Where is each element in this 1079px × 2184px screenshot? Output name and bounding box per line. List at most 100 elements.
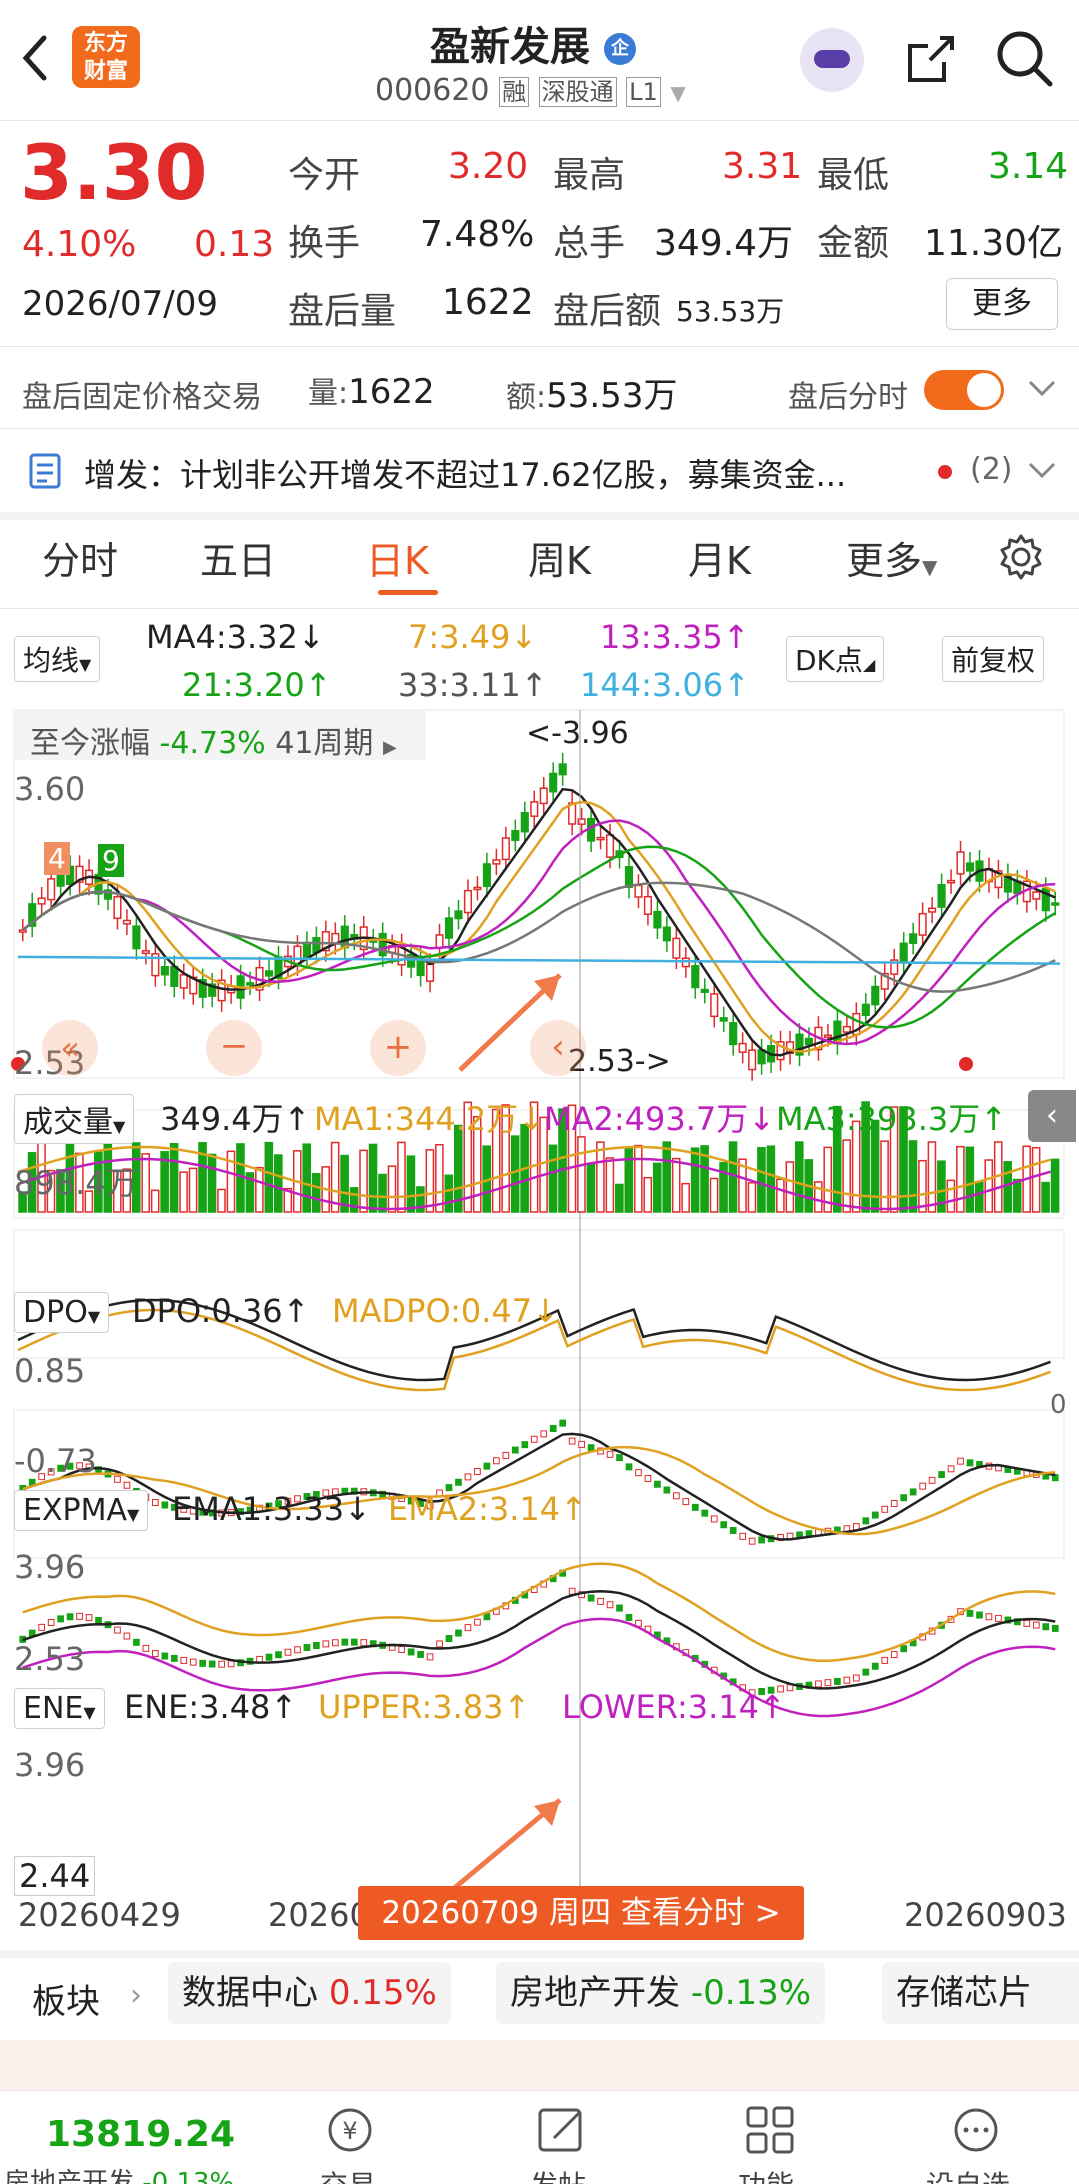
functions-grid-icon[interactable] [742, 2104, 798, 2160]
view-intraday-banner[interactable]: 20260709 周四 查看分时 > [358, 1886, 804, 1940]
after-hours-toggle[interactable] [924, 370, 1004, 410]
volume-bar [311, 1172, 321, 1213]
ah-vol-label: 量: [308, 376, 349, 411]
volume-bar [908, 1140, 918, 1213]
share-icon[interactable] [900, 30, 960, 94]
tab-daily-k[interactable]: 日K [366, 530, 429, 585]
candle [463, 889, 473, 914]
ene-caret-icon: ▼ [83, 1703, 96, 1722]
ene-selector[interactable]: ENE▼ [14, 1688, 105, 1729]
chevron-down-icon[interactable] [1026, 374, 1058, 408]
volume-bar [359, 1149, 368, 1213]
expma-candle [464, 1473, 472, 1481]
tag-connect: 深股通 [538, 77, 617, 107]
search-icon[interactable] [994, 28, 1056, 94]
post-edit-icon[interactable] [534, 2104, 590, 2160]
expma-candle [530, 1435, 538, 1443]
trade-yen-icon[interactable]: ¥ [322, 2104, 378, 2160]
range-gain-box[interactable]: 至今涨幅 -4.73% 41周期 ▶ [14, 710, 426, 761]
sector-chip-data-center[interactable]: 数据中心 0.15% [168, 1962, 451, 2024]
ene-candle [786, 1684, 794, 1692]
sector-chip-storage-chip[interactable]: 存储芯片 [882, 1962, 1079, 2024]
volume-bar [1050, 1158, 1060, 1213]
zoom-out-icon[interactable]: − [206, 1020, 262, 1076]
expma-candle [862, 1517, 870, 1525]
sectors-chevron-icon[interactable]: › [130, 1978, 142, 2013]
ene-candle [568, 1587, 576, 1595]
stat-amount-label: 金额 [817, 223, 890, 264]
expma-candle [890, 1499, 898, 1507]
settings-gear-icon[interactable] [996, 532, 1046, 586]
stat-low-value: 3.14 [988, 146, 1069, 187]
volume-bar [795, 1141, 804, 1213]
prev-icon[interactable]: ‹ [530, 1020, 586, 1076]
post-label[interactable]: 发帖 [530, 2164, 586, 2184]
volume-bar [1012, 1178, 1022, 1213]
kline-mark-9: 9 [98, 844, 124, 877]
assistant-avatar[interactable] [800, 28, 864, 92]
dk-point-button[interactable]: DK点◢ [786, 636, 885, 682]
volume-bar [274, 1154, 283, 1213]
current-price: 3.30 [20, 128, 208, 217]
candle [691, 965, 700, 989]
dpo-selector[interactable]: DPO▼ [14, 1292, 110, 1333]
tab-weekly-k[interactable]: 周K [528, 530, 591, 585]
x-axis-left: 20260429 [18, 1896, 181, 1934]
notice-text[interactable]: 增发：计划非公开增发不超过17.62亿股，募集资金... [84, 450, 904, 496]
ene-candle [407, 1648, 415, 1656]
stat-turnover-value: 7.48% [420, 214, 535, 255]
tab-intraday[interactable]: 分时 [42, 530, 118, 585]
back-icon[interactable] [14, 28, 54, 88]
ene-candle [824, 1679, 832, 1687]
ene-selector-label: ENE [23, 1691, 84, 1726]
volume-bar [510, 1135, 520, 1213]
ene-candle [625, 1613, 633, 1621]
ene-candle [85, 1614, 93, 1622]
expma-candle [152, 1499, 159, 1507]
scroll-left-icon[interactable]: « [42, 1020, 98, 1076]
volume-bar [1041, 1181, 1050, 1213]
tab-monthly-k[interactable]: 月K [688, 530, 751, 585]
volume-selector[interactable]: 成交量▼ [14, 1094, 135, 1144]
expma-selector[interactable]: EXPMA▼ [14, 1490, 149, 1531]
zoom-in-icon[interactable]: + [370, 1020, 426, 1076]
expma-candle [682, 1498, 690, 1506]
index-value[interactable]: 13819.24 [46, 2114, 235, 2155]
ene-candle [815, 1680, 822, 1688]
ene-candle [995, 1614, 1002, 1622]
tab-five-day[interactable]: 五日 [200, 530, 276, 585]
expma-candle [644, 1474, 652, 1482]
notice-icon [28, 452, 62, 494]
madpo-value: MADPO:0.47↓ [332, 1292, 559, 1330]
notice-chevron-icon[interactable] [1026, 456, 1058, 490]
stock-code: 000620 [375, 73, 490, 108]
volume-bar [747, 1182, 757, 1213]
notice-count[interactable]: (2) [970, 452, 1013, 487]
functions-label[interactable]: 功能 [738, 2164, 794, 2184]
collapse-panel-icon[interactable]: ‹ [1028, 1090, 1076, 1142]
more-button[interactable]: 更多 [946, 278, 1058, 330]
candle [624, 865, 634, 888]
adjust-button[interactable]: 前复权 [942, 636, 1045, 682]
expma-candle [871, 1511, 879, 1519]
candle [1032, 891, 1041, 900]
trade-label[interactable]: 交易 [320, 2164, 376, 2184]
stat-open-value: 3.20 [448, 146, 529, 187]
volume-bar [378, 1173, 387, 1213]
volume-y-max: 898.4万 [14, 1164, 138, 1202]
stock-code-row[interactable]: 000620 融 深股通 L1 ▼ [375, 72, 686, 108]
add-watchlist-icon[interactable] [948, 2104, 1004, 2160]
candle [56, 874, 65, 887]
expma-candle [549, 1425, 557, 1433]
expma-candle [606, 1450, 614, 1458]
volume-bar [596, 1141, 605, 1213]
candle [823, 1034, 832, 1039]
ma13-line [21, 819, 1056, 1046]
volume-bar [633, 1144, 643, 1213]
add-watchlist-label[interactable]: 设自选 [926, 2164, 1010, 2184]
tab-more[interactable]: 更多▼ [846, 530, 937, 585]
sector-chip-real-estate[interactable]: 房地产开发 -0.13% [496, 1962, 826, 2024]
ma-selector[interactable]: 均线▼ [14, 636, 101, 682]
ene-candle [142, 1644, 150, 1652]
ma13-value: 13:3.35↑ [600, 618, 750, 656]
